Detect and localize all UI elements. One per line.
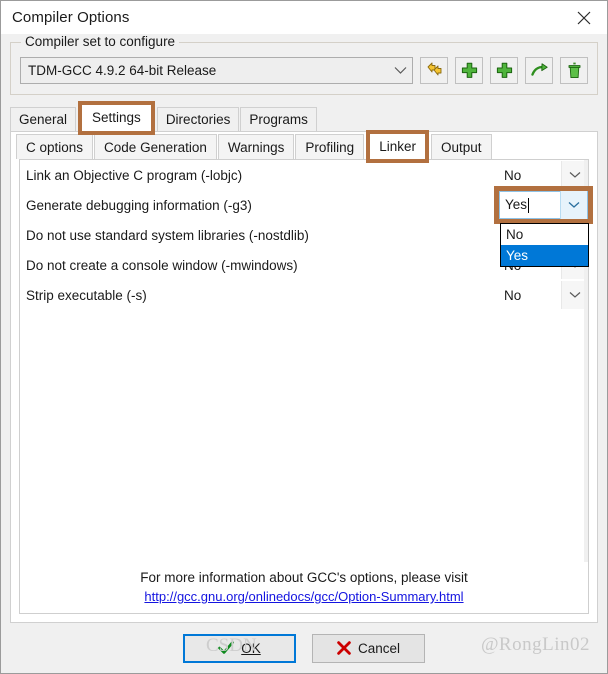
- dropdown-item-no[interactable]: No: [501, 224, 588, 245]
- subtab-c-options[interactable]: C options: [16, 134, 94, 159]
- option-value-combobox[interactable]: No: [499, 161, 588, 189]
- duplicate-compiler-set-button[interactable]: [490, 57, 518, 84]
- option-value-dropdown-popup[interactable]: No Yes: [500, 223, 589, 267]
- chevron-down-icon: [388, 66, 412, 75]
- dropdown-item-label: No: [506, 227, 524, 242]
- info-text: For more information about GCC's options…: [140, 570, 468, 585]
- compiler-set-row: TDM-GCC 4.9.2 64-bit Release: [20, 57, 588, 84]
- option-label: Generate debugging information (-g3): [26, 197, 252, 213]
- option-label: Do not use standard system libraries (-n…: [26, 227, 309, 243]
- dialog-button-bar: OK Cancel CSDN @RongLin02: [10, 623, 598, 673]
- window-title: Compiler Options: [12, 9, 130, 26]
- rename-compiler-set-button[interactable]: [420, 57, 448, 84]
- linker-options-list: Link an Objective C program (-lobjc) No …: [19, 159, 593, 562]
- option-value: No: [504, 287, 522, 303]
- text-caret: [528, 197, 530, 213]
- ok-button-label: OK: [241, 640, 261, 656]
- compiler-set-group-label: Compiler set to configure: [21, 34, 180, 49]
- ok-button[interactable]: OK: [183, 633, 296, 663]
- subtab-output-label: Output: [440, 140, 482, 155]
- main-tab-bar: General Settings Directories Programs: [10, 101, 598, 135]
- add-compiler-set-button[interactable]: [455, 57, 483, 84]
- cancel-button-label: Cancel: [357, 640, 401, 656]
- title-bar: Compiler Options: [1, 1, 607, 34]
- chevron-down-icon[interactable]: [560, 191, 587, 219]
- option-row-strip-executable: Strip executable (-s) No: [20, 280, 588, 310]
- tab-programs-label: Programs: [249, 112, 308, 127]
- subtab-warnings-label: Warnings: [227, 140, 285, 155]
- tab-settings[interactable]: Settings: [78, 101, 155, 135]
- option-row-link-objective-c: Link an Objective C program (-lobjc) No: [20, 160, 588, 190]
- green-trash-icon: [565, 61, 584, 80]
- delete-compiler-set-button[interactable]: [560, 57, 588, 84]
- green-plus-icon: [495, 61, 514, 80]
- option-value-combobox[interactable]: No: [499, 281, 588, 309]
- subtab-warnings[interactable]: Warnings: [217, 134, 295, 159]
- close-icon: [577, 11, 591, 25]
- green-curved-arrow-icon: [530, 61, 549, 80]
- green-plus-icon: [460, 61, 479, 80]
- options-list-scrollbar[interactable]: [584, 160, 588, 562]
- option-row-generate-debugging-information: Generate debugging information (-g3) Yes: [20, 186, 593, 224]
- red-x-icon: [337, 641, 351, 655]
- option-value: No: [504, 167, 522, 183]
- tab-directories[interactable]: Directories: [156, 107, 240, 131]
- tab-programs[interactable]: Programs: [240, 107, 317, 131]
- option-value: Yes: [500, 197, 560, 213]
- watermark-user: @RongLin02: [480, 634, 590, 655]
- dropdown-item-yes[interactable]: Yes: [501, 245, 588, 266]
- option-label: Link an Objective C program (-lobjc): [26, 167, 243, 183]
- option-value-text: Yes: [505, 197, 528, 213]
- subtab-output[interactable]: Output: [430, 134, 492, 159]
- tab-general-label: General: [19, 112, 68, 127]
- subtab-linker-label: Linker: [379, 139, 416, 154]
- dropdown-item-label: Yes: [506, 248, 529, 263]
- subtab-profiling[interactable]: Profiling: [295, 134, 365, 159]
- reset-compiler-set-button[interactable]: [525, 57, 553, 84]
- yellow-double-arrow-icon: [425, 61, 444, 80]
- close-button[interactable]: [561, 1, 607, 34]
- gcc-options-link[interactable]: http://gcc.gnu.org/onlinedocs/gcc/Option…: [144, 589, 463, 604]
- option-label: Strip executable (-s): [26, 287, 147, 303]
- tab-general[interactable]: General: [10, 107, 77, 131]
- sub-tab-bar: C options Code Generation Warnings Profi…: [11, 130, 597, 163]
- compiler-set-group: Compiler set to configure TDM-GCC 4.9.2 …: [10, 34, 598, 95]
- compiler-set-combobox[interactable]: TDM-GCC 4.9.2 64-bit Release: [20, 57, 413, 84]
- dialog-client-area: Compiler set to configure TDM-GCC 4.9.2 …: [1, 34, 607, 673]
- compiler-set-value: TDM-GCC 4.9.2 64-bit Release: [28, 63, 217, 78]
- subtab-profiling-label: Profiling: [305, 140, 355, 155]
- subtab-c-options-label: C options: [26, 140, 84, 155]
- settings-panel: C options Code Generation Warnings Profi…: [10, 130, 598, 623]
- tab-directories-label: Directories: [165, 112, 231, 127]
- cancel-button[interactable]: Cancel: [312, 633, 425, 663]
- subtab-code-generation[interactable]: Code Generation: [94, 134, 217, 159]
- option-label: Do not create a console window (-mwindow…: [26, 257, 298, 273]
- compiler-options-dialog: Compiler Options Compiler set to configu…: [0, 0, 608, 674]
- option-value-combobox-active[interactable]: Yes: [494, 186, 593, 224]
- green-check-icon: [218, 641, 235, 655]
- tab-settings-label: Settings: [92, 110, 141, 125]
- subtab-code-generation-label: Code Generation: [104, 140, 207, 155]
- subtab-linker[interactable]: Linker: [366, 130, 429, 163]
- info-footer: For more information about GCC's options…: [19, 562, 589, 614]
